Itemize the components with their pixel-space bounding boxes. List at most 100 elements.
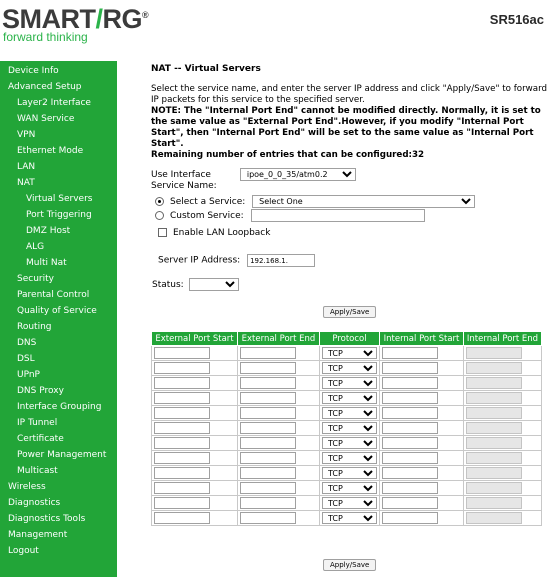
external-port-start-input[interactable] — [154, 347, 210, 359]
sidebar-item-security[interactable]: Security — [0, 271, 117, 287]
apply-save-button-bottom[interactable]: Apply/Save — [323, 559, 377, 571]
apply-save-button-top[interactable]: Apply/Save — [323, 306, 377, 318]
internal-port-end-input — [466, 437, 522, 449]
protocol-select[interactable]: TCP — [322, 467, 377, 479]
table-cell — [151, 360, 238, 376]
protocol-select[interactable]: TCP — [322, 452, 377, 464]
sidebar-item-lan[interactable]: LAN — [0, 159, 117, 175]
sidebar-item-routing[interactable]: Routing — [0, 319, 117, 335]
sidebar-item-layer2-interface[interactable]: Layer2 Interface — [0, 95, 117, 111]
sidebar-item-nat[interactable]: NAT — [0, 175, 117, 191]
sidebar-item-power-management[interactable]: Power Management — [0, 447, 117, 463]
internal-port-start-input[interactable] — [382, 362, 438, 374]
external-port-end-input[interactable] — [240, 377, 296, 389]
internal-port-start-input[interactable] — [382, 437, 438, 449]
sidebar-item-logout[interactable]: Logout — [0, 543, 117, 559]
external-port-start-input[interactable] — [154, 362, 210, 374]
protocol-select[interactable]: TCP — [322, 482, 377, 494]
lan-loopback-row: Enable LAN Loopback — [158, 228, 270, 238]
external-port-start-input[interactable] — [154, 392, 210, 404]
protocol-select[interactable]: TCP — [322, 497, 377, 509]
sidebar-item-management[interactable]: Management — [0, 527, 117, 543]
table-cell — [237, 435, 320, 451]
external-port-start-input[interactable] — [154, 497, 210, 509]
table-cell — [379, 420, 464, 436]
external-port-end-input[interactable] — [240, 467, 296, 479]
internal-port-start-input[interactable] — [382, 452, 438, 464]
sidebar-item-alg[interactable]: ALG — [0, 239, 117, 255]
sidebar-item-wan-service[interactable]: WAN Service — [0, 111, 117, 127]
sidebar-item-interface-grouping[interactable]: Interface Grouping — [0, 399, 117, 415]
internal-port-end-input — [466, 392, 522, 404]
table-cell — [237, 345, 320, 361]
external-port-end-input[interactable] — [240, 452, 296, 464]
internal-port-end-input — [466, 362, 522, 374]
internal-port-start-input[interactable] — [382, 392, 438, 404]
external-port-end-input[interactable] — [240, 482, 296, 494]
use-interface-select[interactable]: ipoe_0_0_35/atm0.2 — [239, 168, 356, 181]
external-port-end-input[interactable] — [240, 422, 296, 434]
external-port-end-input[interactable] — [240, 497, 296, 509]
external-port-start-input[interactable] — [154, 467, 210, 479]
sidebar-item-virtual-servers[interactable]: Virtual Servers — [0, 191, 117, 207]
external-port-end-input[interactable] — [240, 437, 296, 449]
select-service-radio[interactable] — [155, 197, 164, 206]
protocol-select[interactable]: TCP — [322, 362, 377, 374]
table-cell — [151, 375, 238, 391]
protocol-select[interactable]: TCP — [322, 512, 377, 524]
sidebar-item-ethernet-mode[interactable]: Ethernet Mode — [0, 143, 117, 159]
external-port-end-input[interactable] — [240, 362, 296, 374]
internal-port-start-input[interactable] — [382, 482, 438, 494]
sidebar-item-certificate[interactable]: Certificate — [0, 431, 117, 447]
internal-port-start-input[interactable] — [382, 497, 438, 509]
internal-port-start-input[interactable] — [382, 407, 438, 419]
external-port-end-input[interactable] — [240, 392, 296, 404]
internal-port-start-input[interactable] — [382, 512, 438, 524]
sidebar-item-diagnostics[interactable]: Diagnostics — [0, 495, 117, 511]
internal-port-start-input[interactable] — [382, 377, 438, 389]
external-port-end-input[interactable] — [240, 347, 296, 359]
external-port-start-input[interactable] — [154, 407, 210, 419]
sidebar-item-diagnostics-tools[interactable]: Diagnostics Tools — [0, 511, 117, 527]
sidebar-item-upnp[interactable]: UPnP — [0, 367, 117, 383]
sidebar-item-multi-nat[interactable]: Multi Nat — [0, 255, 117, 271]
sidebar-item-ip-tunnel[interactable]: IP Tunnel — [0, 415, 117, 431]
protocol-select[interactable]: TCP — [322, 392, 377, 404]
sidebar-item-vpn[interactable]: VPN — [0, 127, 117, 143]
sidebar-item-quality-of-service[interactable]: Quality of Service — [0, 303, 117, 319]
sidebar-item-device-info[interactable]: Device Info — [0, 63, 117, 79]
table-cell — [379, 480, 464, 496]
external-port-start-input[interactable] — [154, 377, 210, 389]
sidebar-item-wireless[interactable]: Wireless — [0, 479, 117, 495]
internal-port-start-input[interactable] — [382, 467, 438, 479]
sidebar-item-dns-proxy[interactable]: DNS Proxy — [0, 383, 117, 399]
sidebar-item-port-triggering[interactable]: Port Triggering — [0, 207, 117, 223]
external-port-end-input[interactable] — [240, 407, 296, 419]
protocol-select[interactable]: TCP — [322, 437, 377, 449]
protocol-select[interactable]: TCP — [322, 422, 377, 434]
internal-port-start-input[interactable] — [382, 422, 438, 434]
protocol-select[interactable]: TCP — [322, 347, 377, 359]
protocol-select[interactable]: TCP — [322, 377, 377, 389]
sidebar-item-parental-control[interactable]: Parental Control — [0, 287, 117, 303]
external-port-end-input[interactable] — [240, 512, 296, 524]
sidebar-item-dsl[interactable]: DSL — [0, 351, 117, 367]
external-port-start-input[interactable] — [154, 512, 210, 524]
server-ip-input[interactable] — [247, 254, 316, 267]
custom-service-input[interactable] — [250, 209, 425, 222]
protocol-select[interactable]: TCP — [322, 407, 377, 419]
lan-loopback-checkbox[interactable] — [158, 228, 167, 237]
internal-port-start-input[interactable] — [382, 347, 438, 359]
external-port-start-input[interactable] — [154, 422, 210, 434]
select-service-dropdown[interactable]: Select One — [252, 195, 476, 208]
sidebar-item-multicast[interactable]: Multicast — [0, 463, 117, 479]
table-cell — [463, 495, 542, 511]
external-port-start-input[interactable] — [154, 437, 210, 449]
external-port-start-input[interactable] — [154, 482, 210, 494]
custom-service-radio[interactable] — [155, 211, 164, 220]
status-select[interactable] — [188, 278, 239, 291]
sidebar-item-dns[interactable]: DNS — [0, 335, 117, 351]
sidebar-item-advanced-setup[interactable]: Advanced Setup — [0, 79, 117, 95]
sidebar-item-dmz-host[interactable]: DMZ Host — [0, 223, 117, 239]
external-port-start-input[interactable] — [154, 452, 210, 464]
